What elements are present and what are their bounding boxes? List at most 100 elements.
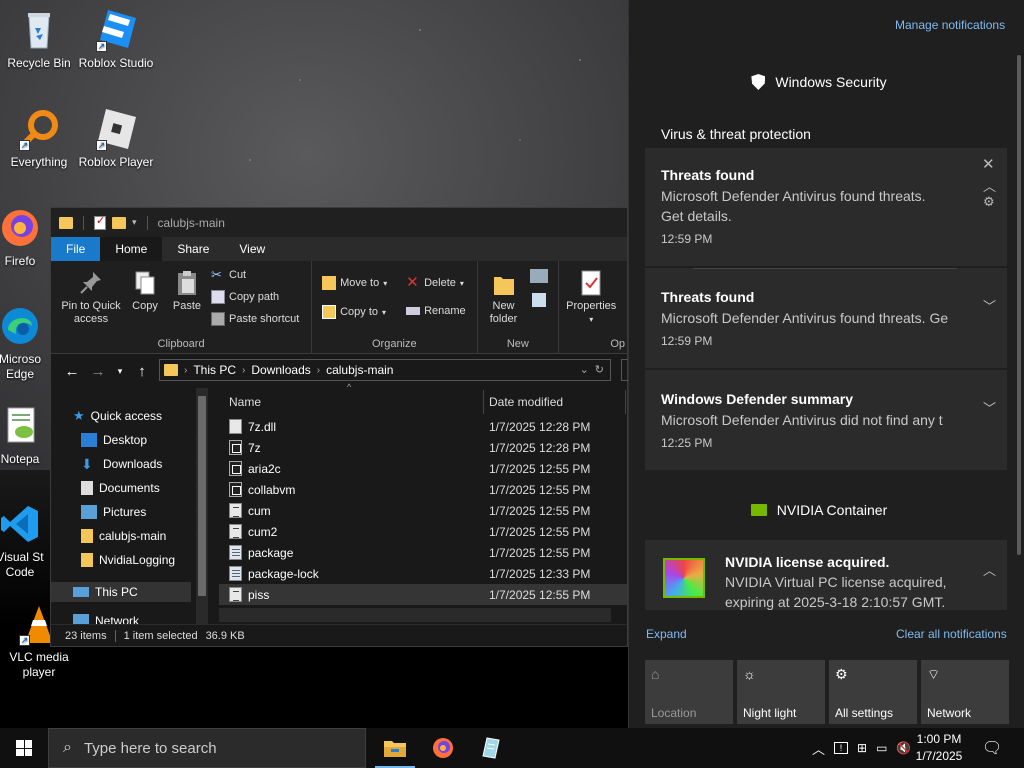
file-row[interactable]: collabvm 1/7/2025 12:55 PM: [219, 479, 627, 500]
notification-card[interactable]: Threats found Microsoft Defender Antivir…: [645, 268, 1007, 368]
breadcrumb-calubjs-main[interactable]: calubjs-main: [326, 363, 393, 377]
nav-item-quick-access[interactable]: ★ Quick access: [73, 406, 193, 426]
nav-item-this-pc[interactable]: This PC: [51, 582, 191, 602]
delete-button[interactable]: ✕ Delete ▾: [406, 275, 464, 290]
desktop-icon-recycle-bin[interactable]: Recycle Bin: [1, 8, 77, 71]
file-row[interactable]: 7z 1/7/2025 12:28 PM: [219, 437, 627, 458]
ethernet-icon[interactable]: ⊞: [857, 741, 867, 755]
notification-card[interactable]: Windows Defender summary Microsoft Defen…: [645, 370, 1007, 470]
forward-arrow-icon[interactable]: →: [85, 363, 111, 380]
breadcrumb-separator-icon[interactable]: ›: [242, 365, 245, 376]
quick-action-location[interactable]: ⌂ Location: [645, 660, 733, 724]
desktop-icon-firefox[interactable]: Firefo: [0, 206, 50, 269]
refresh-icon[interactable]: ↻: [595, 363, 604, 376]
collapse-chevron-icon[interactable]: ︿: [983, 560, 996, 579]
notification-card[interactable]: NVIDIA license acquired. NVIDIA Virtual …: [645, 540, 1007, 610]
close-icon[interactable]: ✕: [982, 155, 995, 173]
column-header-date-modified[interactable]: Date modified: [489, 390, 563, 414]
clear-all-notifications-link[interactable]: Clear all notifications: [896, 627, 1007, 641]
taskbar-search-box[interactable]: ⌕ Type here to search: [48, 728, 366, 768]
file-row[interactable]: package-lock 1/7/2025 12:33 PM: [219, 563, 627, 584]
desktop-icon-edge[interactable]: Microso Edge: [0, 304, 50, 382]
breadcrumb-separator-icon[interactable]: ›: [317, 365, 320, 376]
scrollbar-thumb[interactable]: [198, 396, 206, 596]
file-row[interactable]: piss 1/7/2025 12:55 PM: [219, 584, 627, 605]
quick-action-network[interactable]: ⌔ Network: [921, 660, 1009, 724]
recent-locations-chevron-icon[interactable]: ▾: [111, 366, 129, 377]
taskbar-file-explorer[interactable]: [371, 728, 419, 768]
breadcrumb-separator-icon[interactable]: ›: [184, 365, 187, 376]
gear-icon[interactable]: ⚙: [983, 194, 995, 210]
taskbar-firefox[interactable]: [419, 728, 467, 768]
expand-link[interactable]: Expand: [646, 627, 687, 641]
desktop-icon-vscode[interactable]: Visual St Code: [0, 502, 50, 580]
desktop-icon-roblox-studio[interactable]: ↗ Roblox Studio: [78, 8, 154, 71]
up-arrow-icon[interactable]: ↑: [129, 363, 155, 380]
address-history-chevron-icon[interactable]: ⌄: [580, 363, 589, 376]
pin-quick-access-button[interactable]: Pin to Quick access: [55, 269, 127, 326]
start-button[interactable]: [0, 728, 48, 768]
tab-home[interactable]: Home: [100, 237, 163, 261]
breadcrumb-this-pc[interactable]: This PC: [193, 363, 236, 377]
nav-pane-scrollbar[interactable]: [196, 388, 208, 624]
address-bar[interactable]: › This PC › Downloads › calubjs-main ⌄ ↻: [159, 359, 611, 381]
breadcrumb-downloads[interactable]: Downloads: [251, 363, 310, 377]
nav-item-calubjs-main[interactable]: calubjs-main✦: [81, 526, 203, 546]
cut-button[interactable]: ✂ Cut: [211, 268, 246, 282]
explorer-titlebar[interactable]: ▾ calubjs-main: [51, 208, 627, 237]
column-divider[interactable]: [483, 390, 484, 414]
new-item-icon[interactable]: [529, 269, 548, 283]
nav-item-pictures[interactable]: Pictures✦: [81, 502, 203, 522]
back-arrow-icon[interactable]: ←: [59, 363, 85, 380]
nav-item-documents[interactable]: Documents✦: [81, 478, 203, 498]
file-explorer-window[interactable]: ▾ calubjs-main File Home Share View Pin …: [50, 207, 631, 647]
security-alert-icon[interactable]: !: [834, 742, 849, 754]
move-to-button[interactable]: Move to ▾: [322, 276, 387, 290]
file-row[interactable]: cum 1/7/2025 12:55 PM: [219, 500, 627, 521]
expand-chevron-icon[interactable]: ﹀: [983, 296, 996, 315]
column-header-name[interactable]: Name: [229, 390, 261, 414]
notification-title: Windows Defender summary: [661, 391, 854, 407]
new-folder-button[interactable]: New folder: [482, 269, 526, 326]
collapse-chevron-icon[interactable]: ︿: [983, 176, 996, 195]
taskbar-notepad[interactable]: [467, 728, 515, 768]
tab-file[interactable]: File: [51, 237, 101, 261]
rename-button[interactable]: Rename: [406, 305, 466, 317]
desktop-icon-roblox-player[interactable]: ↗ Roblox Player: [78, 107, 154, 170]
notification-card[interactable]: Threats found Microsoft Defender Antivir…: [645, 148, 1007, 266]
paste-button[interactable]: Paste: [167, 269, 207, 313]
file-list-horizontal-scrollbar[interactable]: [219, 608, 611, 622]
customize-toolbar-chevron-icon[interactable]: ▾: [132, 217, 137, 228]
file-row[interactable]: cum2 1/7/2025 12:55 PM: [219, 521, 627, 542]
notification-body: Microsoft Defender Antivirus found threa…: [661, 188, 926, 204]
desktop-icon-notepad[interactable]: Notepa: [0, 404, 50, 467]
action-center-button[interactable]: 🗨: [982, 728, 1002, 768]
expand-chevron-icon[interactable]: ﹀: [983, 398, 996, 417]
action-center-scrollbar[interactable]: [1017, 55, 1021, 555]
manage-notifications-link[interactable]: Manage notifications: [895, 18, 1005, 32]
quick-action-night-light[interactable]: ☼ Night light: [737, 660, 825, 724]
copy-path-button[interactable]: Copy path: [211, 290, 279, 304]
desktop-icon-everything[interactable]: ↗ Everything: [1, 107, 77, 170]
nav-item-nvidialogging[interactable]: NvidiaLogging: [81, 550, 201, 570]
file-row[interactable]: 7z.dll 1/7/2025 12:28 PM: [219, 416, 627, 437]
tab-share[interactable]: Share: [162, 237, 224, 261]
tab-view[interactable]: View: [224, 237, 280, 261]
new-folder-quick-icon[interactable]: [112, 216, 126, 229]
column-divider[interactable]: [625, 390, 626, 414]
quick-action-all-settings[interactable]: ⚙ All settings: [829, 660, 917, 724]
taskbar-clock[interactable]: 1:00 PM 1/7/2025: [906, 731, 972, 765]
file-row[interactable]: aria2c 1/7/2025 12:55 PM: [219, 458, 627, 479]
paste-shortcut-button[interactable]: Paste shortcut: [211, 312, 299, 326]
properties-quick-icon[interactable]: [94, 214, 106, 230]
properties-button[interactable]: Properties ▾: [559, 269, 623, 326]
nav-item-desktop[interactable]: Desktop✦: [81, 430, 203, 450]
file-row[interactable]: package 1/7/2025 12:55 PM: [219, 542, 627, 563]
display-icon[interactable]: ▭: [876, 741, 887, 755]
copy-button[interactable]: Copy: [125, 269, 165, 313]
nav-item-downloads[interactable]: ⬇Downloads✦: [81, 454, 203, 474]
show-hidden-icons-chevron-icon[interactable]: ︿: [812, 739, 825, 758]
easy-access-icon[interactable]: [531, 293, 546, 307]
copy-to-button[interactable]: Copy to ▾: [322, 305, 386, 319]
nav-item-network[interactable]: Network: [73, 614, 193, 624]
